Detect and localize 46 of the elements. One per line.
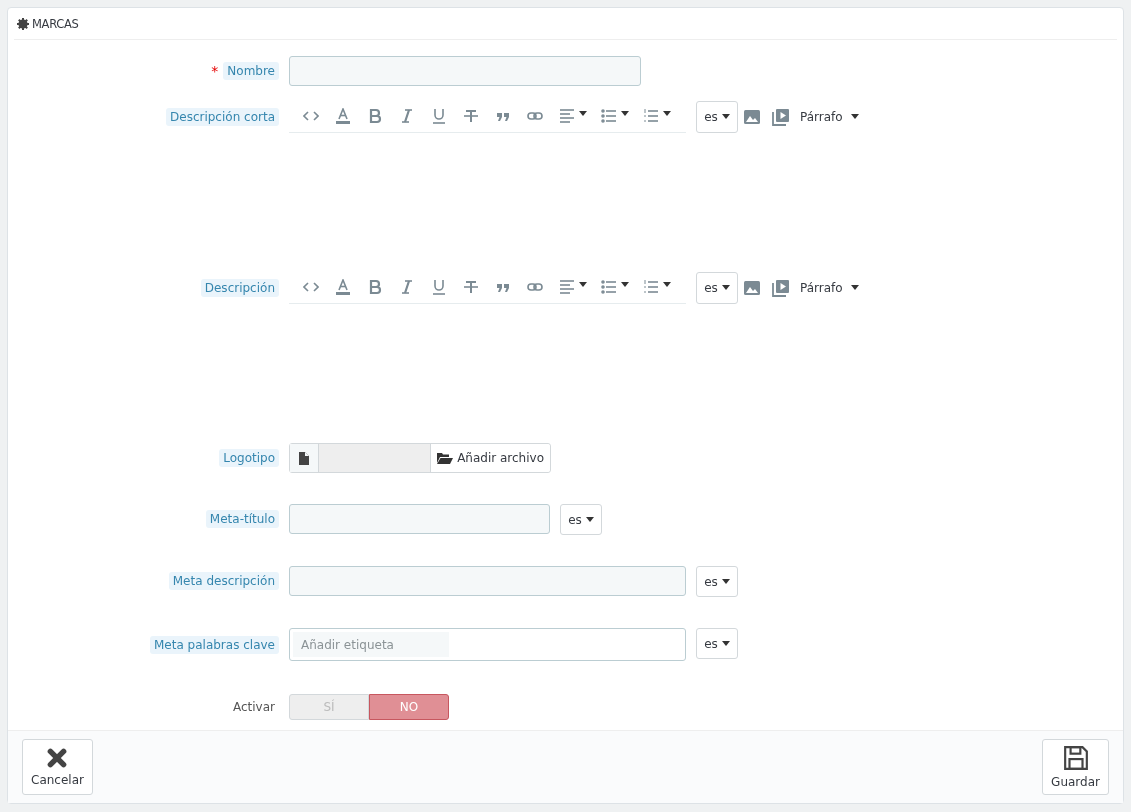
field-label: Descripción [200, 278, 279, 297]
language-dropdown[interactable]: es [696, 628, 738, 659]
language-dropdown[interactable]: es [696, 566, 738, 597]
caret-icon[interactable] [663, 110, 671, 116]
name-input[interactable] [289, 56, 641, 86]
field-label: Nombre [223, 62, 279, 80]
text-input[interactable] [289, 566, 686, 596]
document-icon [299, 451, 310, 465]
caret-icon[interactable] [621, 110, 629, 116]
paragraph-dropdown[interactable]: Párrafo [796, 280, 863, 295]
field-label: Activar [231, 699, 276, 716]
field-label: Meta-título [205, 510, 279, 528]
caret-icon [721, 285, 730, 290]
field-label: Meta palabras clave [150, 635, 279, 654]
close-icon [46, 747, 69, 769]
image-icon[interactable] [744, 279, 760, 296]
save-button[interactable]: Guardar [1042, 739, 1109, 795]
caret-icon [721, 641, 730, 646]
image-icon[interactable] [744, 108, 760, 125]
folder-icon [437, 452, 454, 464]
video-icon[interactable] [772, 107, 790, 126]
caret-icon [850, 114, 859, 119]
file-field[interactable]: Añadir archivo [289, 443, 551, 473]
caret-icon[interactable] [579, 281, 587, 287]
field-label: Descripción corta [166, 107, 279, 126]
tag-input[interactable]: Añadir etiqueta [293, 632, 449, 657]
caret-icon[interactable] [621, 281, 629, 287]
panel-title: MARCAS [32, 16, 79, 31]
caret-icon [850, 285, 859, 290]
field-label: Logotipo [219, 449, 279, 467]
language-dropdown[interactable]: es [560, 504, 602, 535]
paragraph-dropdown[interactable]: Párrafo [796, 109, 863, 124]
caret-icon [585, 517, 594, 522]
caret-icon[interactable] [663, 281, 671, 287]
tag-field[interactable]: Añadir etiqueta [289, 628, 686, 661]
video-icon[interactable] [772, 278, 790, 297]
required-mark: * [211, 63, 219, 79]
cancel-button[interactable]: Cancelar [22, 739, 93, 795]
caret-icon [721, 114, 730, 119]
field-label: Meta descripción [168, 572, 279, 590]
gear-icon [17, 17, 29, 30]
caret-icon [721, 579, 730, 584]
caret-icon[interactable] [579, 110, 587, 116]
text-input[interactable] [289, 504, 550, 534]
language-dropdown[interactable]: es [696, 271, 738, 304]
language-dropdown[interactable]: es [696, 100, 738, 133]
